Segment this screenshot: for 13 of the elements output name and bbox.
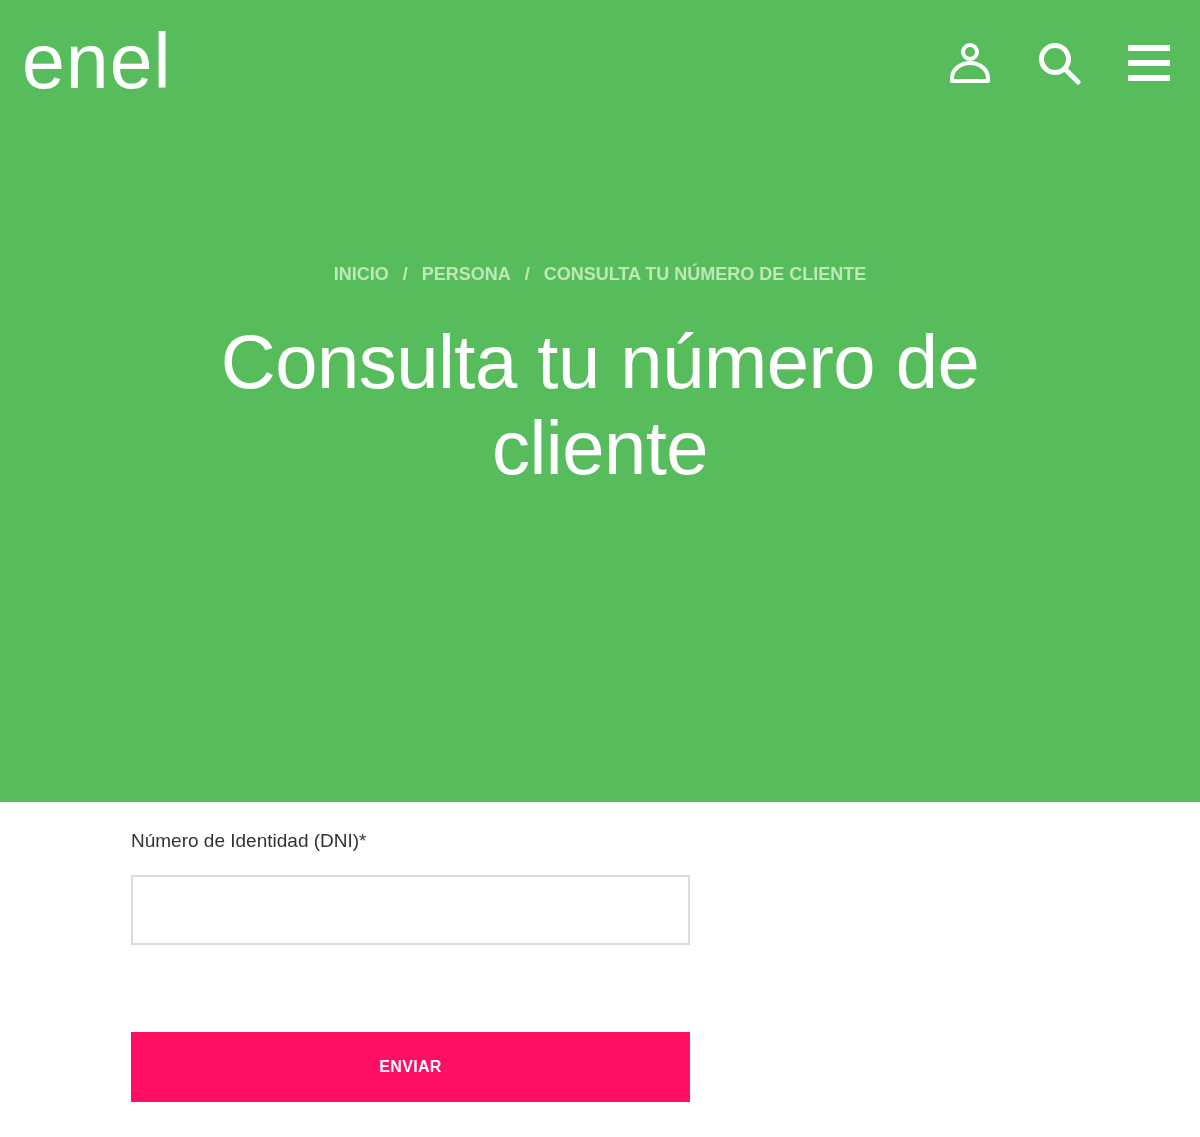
submit-button[interactable]: ENVIAR — [131, 1032, 690, 1102]
breadcrumb-separator: / — [523, 263, 531, 286]
breadcrumb-link[interactable]: PERSONA — [421, 262, 511, 286]
breadcrumb-separator: / — [401, 263, 409, 286]
breadcrumb-link[interactable]: INICIO — [333, 262, 389, 286]
field-label: Número de Identidad (DNI)* — [131, 830, 367, 852]
logo[interactable]: enel — [22, 22, 172, 100]
user-icon[interactable] — [949, 42, 991, 84]
breadcrumb-current: CONSULTA TU NÚMERO DE CLIENTE — [543, 262, 867, 286]
search-icon[interactable] — [1038, 41, 1081, 85]
page-title: Consulta tu número de cliente — [219, 319, 981, 491]
menu-icon[interactable] — [1128, 45, 1170, 81]
dni-input[interactable] — [131, 875, 690, 945]
